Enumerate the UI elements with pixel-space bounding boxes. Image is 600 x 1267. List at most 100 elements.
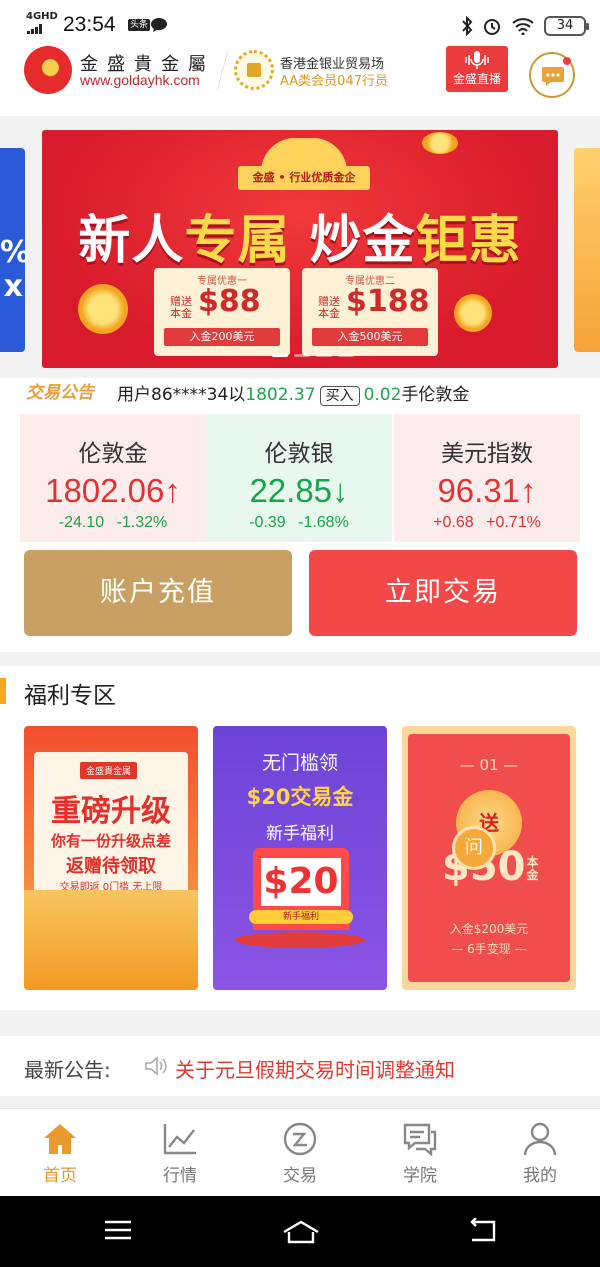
- unread-dot: [563, 57, 571, 65]
- gift-value: $20: [261, 858, 341, 906]
- signal-icon: [27, 24, 43, 34]
- menu-icon[interactable]: [103, 1218, 133, 1242]
- next-banner-peek[interactable]: [574, 148, 600, 352]
- gift-box-graphic: $20 新手福利: [249, 848, 353, 930]
- trade-icon: [283, 1122, 317, 1156]
- coupon-condition: 入金200美元: [164, 328, 280, 346]
- message-icon: [151, 18, 167, 32]
- bottom-tab-bar: 首页 行情 交易 学院 我的: [0, 1108, 600, 1196]
- quote-name: 伦敦银: [264, 441, 334, 467]
- clock: 23:54: [63, 13, 116, 36]
- chat-bubble-icon: [542, 67, 564, 86]
- tab-label: 首页: [43, 1166, 77, 1186]
- back-icon[interactable]: [466, 1218, 498, 1244]
- coupon-gift-label: 赠送本金: [318, 295, 340, 320]
- market-quotes: 伦敦金 1802.06↑ -24.10 -1.32% 伦敦银 22.85↓ -0…: [0, 406, 600, 546]
- membership-info: AA类会员047行员: [280, 74, 388, 89]
- status-icons: 34: [461, 14, 589, 38]
- section-accent-bar: [0, 678, 6, 704]
- system-navigation-bar: [0, 1196, 600, 1267]
- trade-announcement-ticker[interactable]: 交易公告 用户86****34以1802.37 买入 0.02手伦敦金: [0, 378, 600, 406]
- gift-ribbon: 新手福利: [249, 910, 353, 924]
- home-icon: [44, 1124, 76, 1154]
- tab-label: 行情: [163, 1166, 197, 1186]
- tab-trade[interactable]: 交易: [240, 1121, 360, 1186]
- ticker-text: 用户86****34以1802.37 买入 0.02手伦敦金: [117, 385, 470, 406]
- tab-label: 学院: [403, 1166, 437, 1186]
- coin-icon: [422, 132, 458, 154]
- bluetooth-icon: [462, 16, 473, 36]
- microphone-icon: [465, 51, 489, 69]
- quote-price: 22.85↓: [249, 472, 349, 509]
- coupon-amount: $88: [198, 284, 261, 319]
- card-line: 无门槛领: [261, 752, 338, 774]
- coupon-card[interactable]: 专属优惠一 赠送本金 $88 入金200美元: [154, 268, 290, 356]
- coin-icon: [78, 284, 128, 334]
- tab-home[interactable]: 首页: [0, 1121, 120, 1186]
- tab-academy[interactable]: 学院: [360, 1121, 480, 1186]
- trade-now-button[interactable]: 立即交易: [309, 550, 577, 636]
- network-type: 4GHD: [26, 11, 58, 22]
- profile-icon: [523, 1122, 557, 1156]
- notice-label: 最新公告:: [24, 1058, 111, 1082]
- coupon-card[interactable]: 专属优惠二 赠送本金 $188 入金500美元: [302, 268, 438, 356]
- quote-change: +0.68 +0.71%: [433, 514, 541, 531]
- card-headline: 重磅升级: [51, 794, 171, 829]
- live-stream-button[interactable]: 金盛直播: [446, 46, 508, 92]
- battery-icon: 34: [544, 16, 589, 36]
- welfare-section: 福利专区 金盛貴金属 重磅升级 你有一份升级点差 返赠待领取 交易即返 0门槛 …: [0, 666, 600, 1010]
- chart-icon: [163, 1124, 196, 1155]
- latest-notice[interactable]: 最新公告: 关于元旦假期交易时间调整通知: [0, 1036, 600, 1096]
- prev-banner-peek[interactable]: % x: [0, 148, 30, 352]
- card-line: 新手福利: [266, 824, 334, 844]
- quote-price: 96.31↑: [437, 472, 537, 509]
- action-buttons: 账户充值 立即交易: [0, 546, 600, 652]
- coin-icon: [454, 294, 492, 332]
- quote-london-silver[interactable]: 伦敦银 22.85↓ -0.39 -1.68%: [206, 414, 392, 542]
- tab-label: 我的: [523, 1166, 557, 1186]
- status-bar: 4GHD 23:54 头条 34: [0, 0, 600, 40]
- buy-tag: 买入: [319, 386, 360, 406]
- quote-name: 伦敦金: [78, 441, 148, 467]
- toutiao-badge: 头条: [128, 19, 151, 31]
- tab-market[interactable]: 行情: [120, 1121, 240, 1186]
- quote-dollar-index[interactable]: 美元指数 96.31↑ +0.68 +0.71%: [394, 414, 580, 542]
- banner-carousel[interactable]: % x 金盛 • 行业优质金企 新人专属 炒金钜惠 专属优惠一 赠送本金 $88 …: [0, 116, 600, 378]
- card-number: — 01 —: [459, 756, 519, 774]
- home-nav-icon[interactable]: [280, 1218, 322, 1246]
- live-label: 金盛直播: [452, 72, 501, 86]
- promo-banner[interactable]: 金盛 • 行业优质金企 新人专属 炒金钜惠 专属优惠一 赠送本金 $88 入金2…: [42, 130, 558, 368]
- header-divider: [216, 52, 229, 90]
- notice-text[interactable]: 关于元旦假期交易时间调整通知: [175, 1054, 455, 1083]
- wifi-icon: [512, 18, 534, 35]
- bonus-condition: — 6手变现 —: [451, 942, 527, 956]
- quote-london-gold[interactable]: 伦敦金 1802.06↑ -24.10 -1.32%: [20, 414, 206, 542]
- deposit-button[interactable]: 账户充值: [24, 550, 292, 636]
- help-floating-button[interactable]: 问: [452, 826, 496, 870]
- welfare-card-spread-rebate[interactable]: 金盛貴金属 重磅升级 你有一份升级点差 返赠待领取 交易即返 0门槛 无上限: [24, 726, 198, 990]
- brand-logo: [24, 46, 72, 94]
- carousel-indicator: [272, 354, 354, 357]
- brand-url: www.goldayhk.com: [80, 72, 200, 88]
- card-subline: 返赠待领取: [66, 856, 156, 877]
- speaker-icon: [145, 1056, 167, 1076]
- envelope-graphic: [24, 890, 198, 990]
- tab-profile[interactable]: 我的: [480, 1121, 600, 1186]
- bonus-condition: 入金$200美元: [449, 922, 529, 936]
- banner-ribbon: 金盛 • 行业优质金企: [238, 166, 370, 190]
- quote-change: -0.39 -1.68%: [249, 514, 349, 531]
- card-panel: 金盛貴金属 重磅升级 你有一份升级点差 返赠待领取 交易即返 0门槛 无上限: [34, 752, 188, 902]
- welfare-card-trade-credit[interactable]: 无门槛领 $20交易金 新手福利 $20 新手福利: [213, 726, 387, 990]
- association-seal: [234, 50, 274, 90]
- quote-name: 美元指数: [441, 441, 533, 467]
- customer-service-button[interactable]: [529, 52, 575, 98]
- banner-title: 新人专属 炒金钜惠: [78, 211, 522, 271]
- coupon-gift-label: 赠送本金: [170, 295, 192, 320]
- coupon-condition: 入金500美元: [312, 328, 428, 346]
- alarm-icon: [484, 19, 500, 35]
- quote-change: -24.10 -1.32%: [58, 514, 168, 531]
- section-title: 福利专区: [24, 683, 116, 709]
- app-header: 金盛貴金屬 www.goldayhk.com 香港金银业贸易场 AA类会员047…: [0, 40, 600, 116]
- tab-label: 交易: [283, 1166, 317, 1186]
- quote-price: 1802.06↑: [45, 472, 181, 509]
